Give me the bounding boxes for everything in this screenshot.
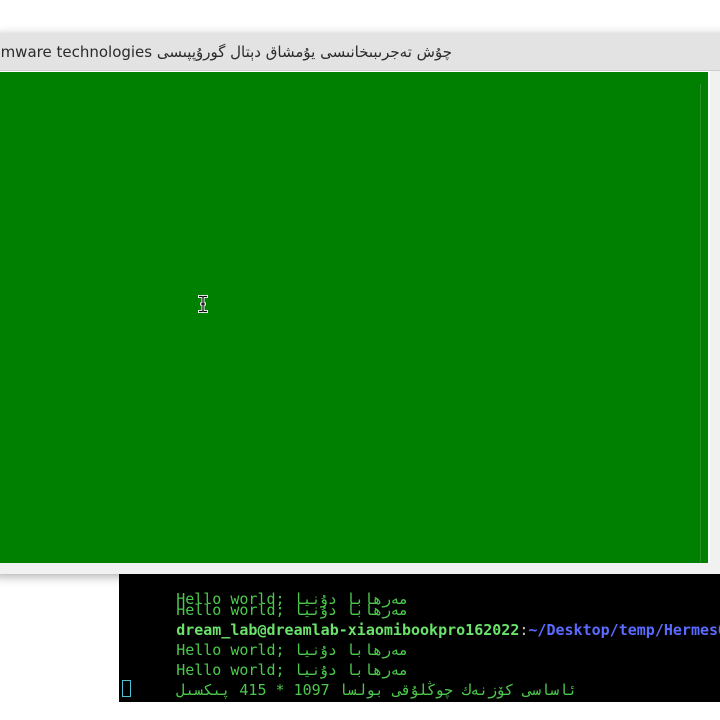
block-cursor-icon (122, 680, 131, 697)
prompt-path: ~/Desktop/temp/HermesQt$ (528, 621, 720, 639)
terminal-prompt-line: dream_lab@dreamlab-xiaomibookpro162022:~… (122, 600, 720, 639)
terminal-line-window-size: ئاساسى كۆزنەك چوڭلۇقى بولسا 1097 * 415 پ… (176, 681, 578, 699)
app-window[interactable]: چۇش تەجرىبىخانىسى يۇمشاق دېتال گورۇپپىسى… (0, 34, 720, 574)
canvas-edge-line (700, 84, 701, 562)
desktop: Hello world; مەرھابا دۇنيا Hello world; … (0, 0, 720, 720)
terminal-window[interactable]: Hello world; مەرھابا دۇنيا Hello world; … (119, 556, 720, 702)
green-canvas[interactable] (0, 72, 708, 563)
ibeam-cursor-icon (198, 295, 208, 313)
window-title: چۇش تەجرىبىخانىسى يۇمشاق دېتال گورۇپپىسى… (0, 43, 452, 61)
terminal-line-hello-3: Hello world; مەرھابا دۇنيا (176, 661, 409, 679)
terminal-line-hello: Hello world; مەرھابا دۇنيا (176, 601, 409, 619)
window-titlebar[interactable]: چۇش تەجرىبىخانىسى يۇمشاق دېتال گورۇپپىسى… (0, 34, 720, 71)
terminal-line-hello-2: Hello world; مەرھابا دۇنيا (176, 641, 409, 659)
canvas-frame (0, 71, 710, 563)
